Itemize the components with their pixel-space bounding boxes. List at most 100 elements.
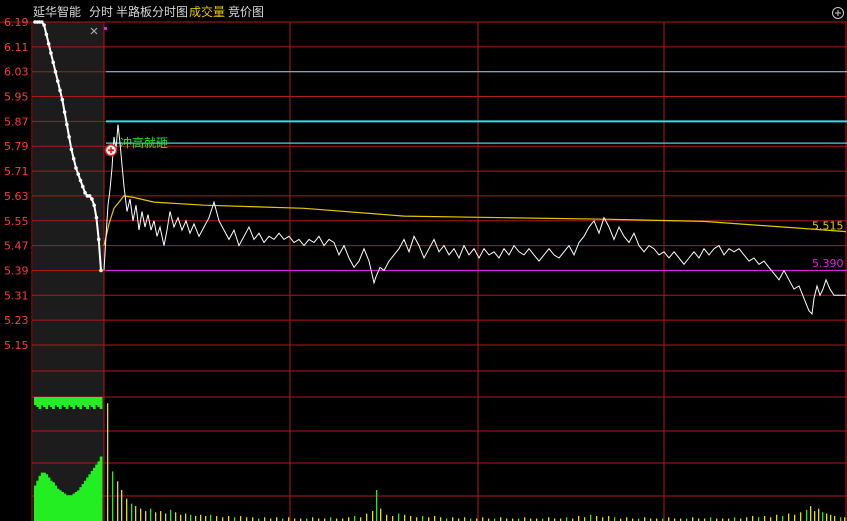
auction-price-point (53, 69, 58, 74)
volume-bar (464, 517, 466, 521)
volume-bar (246, 517, 248, 521)
volume-bar (240, 516, 242, 521)
volume-bar (170, 509, 172, 521)
auction-price-point (49, 51, 53, 55)
auction-price-point (87, 194, 92, 198)
auction-price-point (62, 110, 67, 114)
volume-panel (34, 397, 846, 521)
volume-bar (614, 517, 616, 521)
marker-dot (104, 27, 107, 30)
auction-price-point (83, 191, 87, 195)
auction-price-point (92, 203, 96, 208)
volume-bar (312, 517, 314, 521)
y-tick-label: 6.11 (4, 41, 29, 54)
auction-price-point (40, 20, 44, 24)
volume-bar (410, 516, 412, 521)
volume-bar (794, 514, 796, 521)
volume-bar (452, 517, 454, 521)
volume-bar (590, 514, 592, 521)
volume-bar (195, 516, 197, 521)
intraday-chart: 6.19 6.11 6.03 5.95 5.87 5.79 5.71 5.63 5.55 5.47… (0, 7, 847, 521)
volume-bar (330, 517, 332, 521)
volume-bar (175, 512, 177, 521)
auction-price-point (55, 79, 60, 83)
volume-bar (548, 517, 550, 521)
y-axis-labels: 6.19 6.11 6.03 5.95 5.87 5.79 5.71 5.63 5.55 5.47… (4, 16, 29, 352)
volume-bar (822, 512, 824, 521)
volume-bar (360, 517, 362, 521)
volume-bar (160, 511, 162, 521)
volume-bar (758, 517, 760, 521)
volume-bar (826, 513, 828, 521)
volume-bar (366, 513, 368, 521)
value-label: 5.390 (812, 257, 844, 270)
volume-bar (354, 516, 356, 521)
volume-bar (288, 517, 290, 521)
volume-bar (422, 516, 424, 521)
tab-half-board-chart[interactable]: 半路板分时图 (116, 3, 188, 20)
volume-bar (752, 516, 754, 521)
volume-bar (205, 516, 207, 521)
volume-bar (602, 517, 604, 521)
y-tick-label: 5.63 (4, 190, 29, 203)
volume-bar (834, 516, 836, 521)
volume-bar (372, 511, 374, 521)
volume-bar (404, 514, 406, 521)
volume-bar (392, 516, 394, 521)
volume-bar (121, 490, 123, 521)
y-tick-label: 5.55 (4, 215, 29, 228)
auction-price-point (71, 156, 76, 161)
annotation-text: 冲高就砸 (120, 135, 168, 150)
volume-bar (228, 516, 230, 521)
volume-bar (180, 514, 182, 521)
volume-bar (440, 517, 442, 521)
volume-bar (348, 517, 350, 521)
volume-bar (764, 516, 766, 521)
y-tick-label: 5.87 (4, 115, 29, 128)
auction-price-point (44, 32, 49, 37)
y-tick-label: 5.71 (4, 165, 29, 178)
volume-bar (800, 512, 802, 521)
volume-bar (500, 517, 502, 521)
auction-price-point (60, 97, 65, 102)
volume-bar (596, 516, 598, 521)
volume-bar (692, 517, 694, 521)
volume-bar (135, 506, 137, 521)
auction-price-point (51, 60, 56, 65)
auction-price-point (74, 166, 78, 170)
volume-bar (185, 513, 187, 521)
volume-bar (200, 514, 202, 521)
volume-bar (788, 513, 790, 521)
annotation-group: 冲高就砸 (104, 135, 168, 157)
volume-bar (150, 508, 152, 521)
volume-bar (608, 516, 610, 521)
y-tick-label: 5.79 (4, 140, 29, 153)
tab-auction[interactable]: 竞价图 (228, 3, 264, 20)
volume-bar (626, 517, 628, 521)
volume-bar (234, 517, 236, 521)
volume-bar (840, 517, 842, 521)
plus-marker-icon (104, 143, 118, 157)
volume-bar (140, 508, 142, 521)
tab-volume[interactable]: 成交量 (189, 3, 225, 20)
volume-bar (770, 517, 772, 521)
y-tick-label: 5.31 (4, 289, 29, 302)
auction-price-point (69, 147, 74, 152)
auction-price-point (99, 268, 103, 273)
volume-bar (482, 517, 484, 521)
y-tick-label: 6.19 (4, 16, 29, 29)
auction-price-point (96, 237, 101, 242)
volume-bar (830, 514, 832, 521)
auction-price-point (42, 23, 46, 27)
volume-bar (668, 517, 670, 521)
volume-bar (155, 512, 157, 521)
volume-bar (746, 517, 748, 521)
tab-intraday[interactable]: 分时 (89, 3, 113, 20)
volume-bar (131, 503, 133, 521)
stock-name: 延华智能 (33, 5, 82, 19)
auction-price-point (67, 135, 71, 139)
expand-icon[interactable] (832, 7, 844, 19)
price-line (103, 124, 846, 315)
y-tick-label: 6.03 (4, 66, 29, 79)
auction-volume-top (99, 397, 103, 409)
